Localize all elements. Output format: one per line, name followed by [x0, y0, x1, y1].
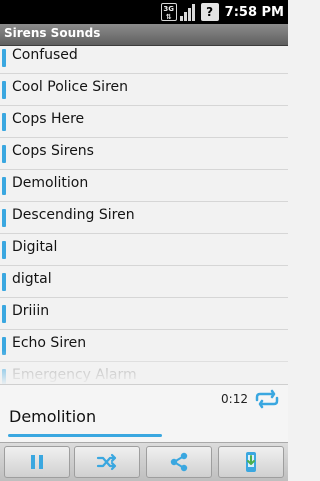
list-item[interactable]: Digital: [0, 234, 288, 266]
signal-strength-icon: [179, 3, 198, 21]
elapsed-time: 0:12: [221, 392, 248, 406]
shuffle-button[interactable]: [74, 446, 140, 478]
status-bar: 3G ⇅ ? 7:58 PM: [0, 0, 288, 24]
list-item-marker: [2, 113, 6, 131]
list-item-label: Cool Police Siren: [12, 79, 129, 95]
list-item[interactable]: Echo Siren: [0, 330, 288, 362]
list-item-label: Echo Siren: [12, 335, 87, 351]
shuffle-icon: [96, 453, 117, 471]
pause-button[interactable]: [4, 446, 70, 478]
clock: 7:58 PM: [224, 4, 284, 20]
list-item[interactable]: digtal: [0, 266, 288, 298]
list-item-marker: [2, 177, 6, 195]
network-3g-icon: 3G ⇅: [160, 3, 177, 21]
list-item-label: Cops Here: [12, 111, 85, 127]
app-title: Sirens Sounds: [4, 26, 101, 40]
set-ringtone-button[interactable]: [218, 446, 284, 478]
pause-icon: [31, 455, 43, 469]
list-item-marker: [2, 81, 6, 99]
list-item-label: Driiin: [12, 303, 50, 319]
list-item-marker: [2, 145, 6, 163]
player-panel: 0:12 Demolition: [0, 384, 288, 443]
list-item[interactable]: Cops Sirens: [0, 138, 288, 170]
share-icon: [170, 452, 188, 472]
list-item[interactable]: Driiin: [0, 298, 288, 330]
list-item-label: Descending Siren: [12, 207, 135, 223]
list-item[interactable]: Cops Here: [0, 106, 288, 138]
sound-list[interactable]: Confused Cool Police Siren Cops Here Cop…: [0, 46, 288, 384]
list-item-label: Confused: [12, 47, 78, 63]
share-button[interactable]: [146, 446, 212, 478]
bottom-toolbar: [0, 442, 288, 481]
list-item-marker: [2, 337, 6, 355]
playback-progress-bar[interactable]: [8, 434, 162, 437]
repeat-icon[interactable]: [252, 389, 282, 409]
list-item-label: Emergency Alarm: [12, 367, 137, 383]
list-item-label: Digital: [12, 239, 58, 255]
phone-ringtone-icon: [246, 452, 256, 472]
list-item-label: digtal: [12, 271, 52, 287]
list-item-marker: [2, 209, 6, 227]
list-item-marker: [2, 273, 6, 291]
list-item[interactable]: Cool Police Siren: [0, 74, 288, 106]
list-item-marker: [2, 241, 6, 259]
title-bar: Sirens Sounds: [0, 24, 288, 46]
list-item-label: Cops Sirens: [12, 143, 94, 159]
list-item-marker: [2, 49, 6, 67]
battery-icon: ?: [200, 3, 219, 21]
now-playing-title: Demolition: [9, 407, 97, 426]
list-item[interactable]: Emergency Alarm: [0, 362, 288, 384]
list-item[interactable]: Descending Siren: [0, 202, 288, 234]
list-item-marker: [2, 305, 6, 323]
list-item-marker: [2, 369, 6, 384]
list-item[interactable]: Confused: [0, 46, 288, 74]
list-item[interactable]: Demolition: [0, 170, 288, 202]
list-item-label: Demolition: [12, 175, 89, 191]
